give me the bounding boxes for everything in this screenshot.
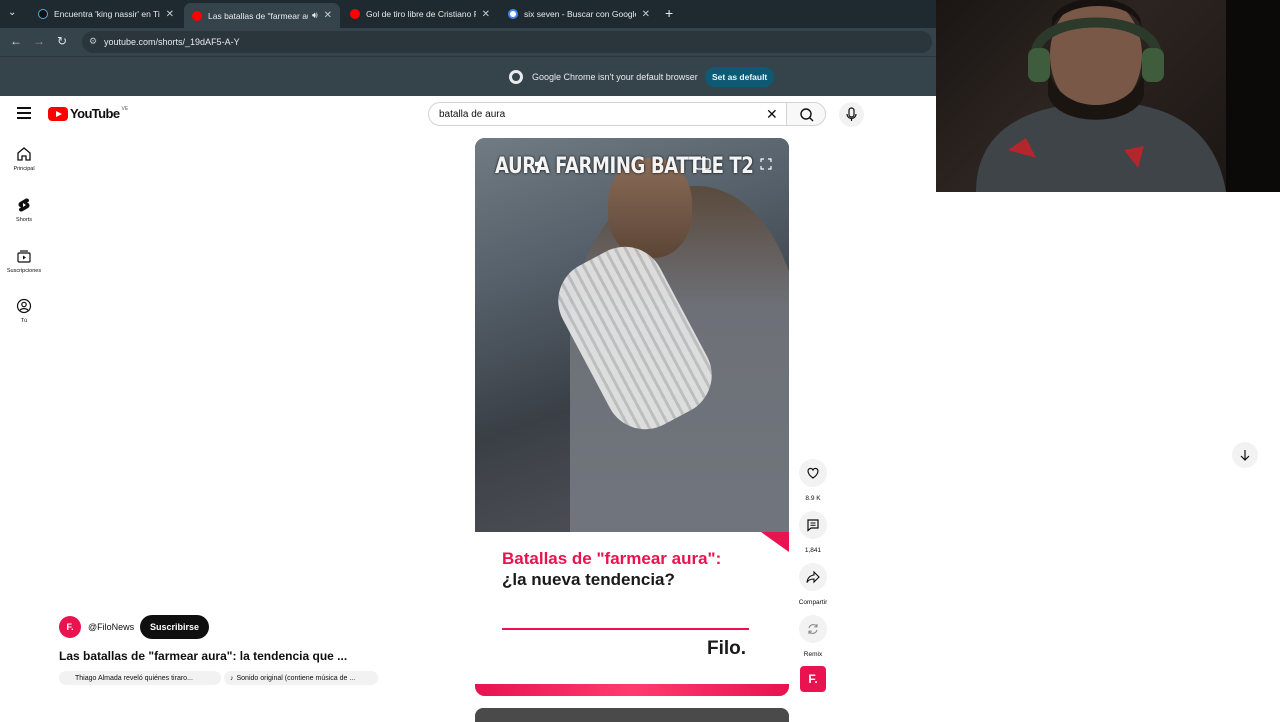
remix-button[interactable]: Remix xyxy=(797,615,829,658)
heart-icon xyxy=(807,467,819,479)
like-button[interactable]: 8.9 K xyxy=(797,459,829,502)
search-button[interactable] xyxy=(786,102,826,126)
sound-chip[interactable]: ♪ Sonido original (contiene música de ..… xyxy=(224,671,378,685)
video-title[interactable]: Las batallas de "farmear aura": la tende… xyxy=(59,649,347,663)
rail-item-subscriptions[interactable]: Suscripciones xyxy=(0,248,48,274)
tab-tiktok[interactable]: Encuentra 'king nassir' en TikTok ✕ xyxy=(30,3,182,25)
browser-tab-bar: ⌄ Encuentra 'king nassir' en TikTok ✕ La… xyxy=(0,0,936,28)
youtube-favicon-icon xyxy=(192,10,202,21)
shorts-player[interactable]: AURA FARMING BATTLE T2 Batallas de "farm… xyxy=(475,138,789,696)
video-caption-card: Batallas de "farmear aura": ¿la nueva te… xyxy=(475,532,789,696)
tab-youtube-ronaldo[interactable]: Gol de tiro libre de Cristiano Ro ✕ xyxy=(342,3,498,25)
default-browser-infobar: Google Chrome isn't your default browser… xyxy=(0,56,936,96)
card-brand-logo: Filo. xyxy=(707,638,747,659)
card-divider xyxy=(502,628,749,630)
next-short-button[interactable] xyxy=(1232,442,1258,468)
set-as-default-button[interactable]: Set as default xyxy=(705,67,775,87)
card-corner-stripe xyxy=(761,532,789,552)
subscribe-button[interactable]: Suscribirse xyxy=(140,615,210,639)
tab-search-icon[interactable]: ⌄ xyxy=(8,7,16,18)
menu-icon[interactable] xyxy=(17,107,31,119)
clear-search-icon[interactable]: ✕ xyxy=(766,106,778,123)
captions-icon[interactable] xyxy=(695,158,711,170)
like-count: 8.9 K xyxy=(805,495,821,502)
close-tab-icon[interactable]: ✕ xyxy=(166,9,174,20)
tab-google-search[interactable]: six seven - Buscar con Google ✕ xyxy=(500,3,658,25)
arrow-down-icon xyxy=(1240,450,1250,461)
you-icon xyxy=(16,298,32,314)
tab-youtube-active[interactable]: Las batallas de "farmear au 🔊︎ ✕ xyxy=(184,3,340,28)
tiktok-favicon-icon xyxy=(38,9,48,19)
comment-icon xyxy=(807,519,819,532)
share-icon xyxy=(806,570,820,584)
streamer-silhouette xyxy=(976,0,1280,192)
music-note-icon: ♪ xyxy=(230,674,234,682)
youtube-play-icon xyxy=(48,106,68,121)
comment-count: 1,841 xyxy=(804,547,822,554)
microphone-icon xyxy=(846,107,857,121)
home-icon xyxy=(17,147,31,161)
youtube-logo[interactable]: YouTube VE xyxy=(48,106,128,121)
channel-handle[interactable]: @FiloNews xyxy=(88,622,134,632)
card-bottom-bar xyxy=(475,684,789,696)
remix-label: Remix xyxy=(803,651,823,658)
google-favicon-icon xyxy=(508,9,518,19)
remix-icon xyxy=(808,624,818,634)
fullscreen-icon[interactable] xyxy=(760,158,772,170)
voice-search-button[interactable] xyxy=(839,102,864,127)
channel-avatar[interactable]: F. xyxy=(59,616,81,638)
site-info-icon[interactable]: ⚙ xyxy=(89,36,97,47)
infobar-message: Google Chrome isn't your default browser xyxy=(532,72,698,82)
new-tab-icon[interactable]: + xyxy=(665,5,673,21)
back-icon[interactable]: ← xyxy=(10,34,22,48)
url-text: youtube.com/shorts/_19dAF5-A-Y xyxy=(104,37,240,47)
subscriptions-icon xyxy=(17,250,31,263)
shorts-icon xyxy=(18,198,30,212)
comments-button[interactable]: 1,841 xyxy=(797,511,829,554)
channel-badge-button[interactable]: F. xyxy=(800,666,826,692)
search-input[interactable]: batalla de aura xyxy=(428,102,786,126)
rail-item-home[interactable]: Principal xyxy=(0,146,48,172)
video-frame[interactable]: AURA FARMING BATTLE T2 xyxy=(475,138,789,532)
volume-icon[interactable] xyxy=(533,157,547,171)
rail-item-you[interactable]: Tú xyxy=(0,298,48,324)
url-bar[interactable]: ⚙ youtube.com/shorts/_19dAF5-A-Y xyxy=(82,31,932,53)
youtube-favicon-icon xyxy=(350,9,360,19)
search-icon xyxy=(800,108,814,122)
close-tab-icon[interactable]: ✕ xyxy=(324,10,332,21)
share-label: Compartir xyxy=(798,599,828,606)
close-tab-icon[interactable]: ✕ xyxy=(482,9,490,20)
webcam-overlay xyxy=(936,0,1280,192)
close-tab-icon[interactable]: ✕ xyxy=(642,9,650,20)
related-video-chip[interactable]: Thiago Almada reveló quiénes tiraro... xyxy=(59,671,221,685)
browser-address-row: ← → ↻ ⚙ youtube.com/shorts/_19dAF5-A-Y xyxy=(0,28,936,56)
reload-icon[interactable]: ↻ xyxy=(57,34,67,48)
forward-icon[interactable]: → xyxy=(33,34,45,48)
speaker-icon[interactable]: 🔊︎ xyxy=(312,10,318,21)
card-headline: Batallas de "farmear aura": ¿la nueva te… xyxy=(502,549,722,589)
rail-item-shorts[interactable]: Shorts xyxy=(0,197,48,223)
share-button[interactable]: Compartir xyxy=(792,563,834,606)
chrome-logo-icon xyxy=(509,70,523,84)
